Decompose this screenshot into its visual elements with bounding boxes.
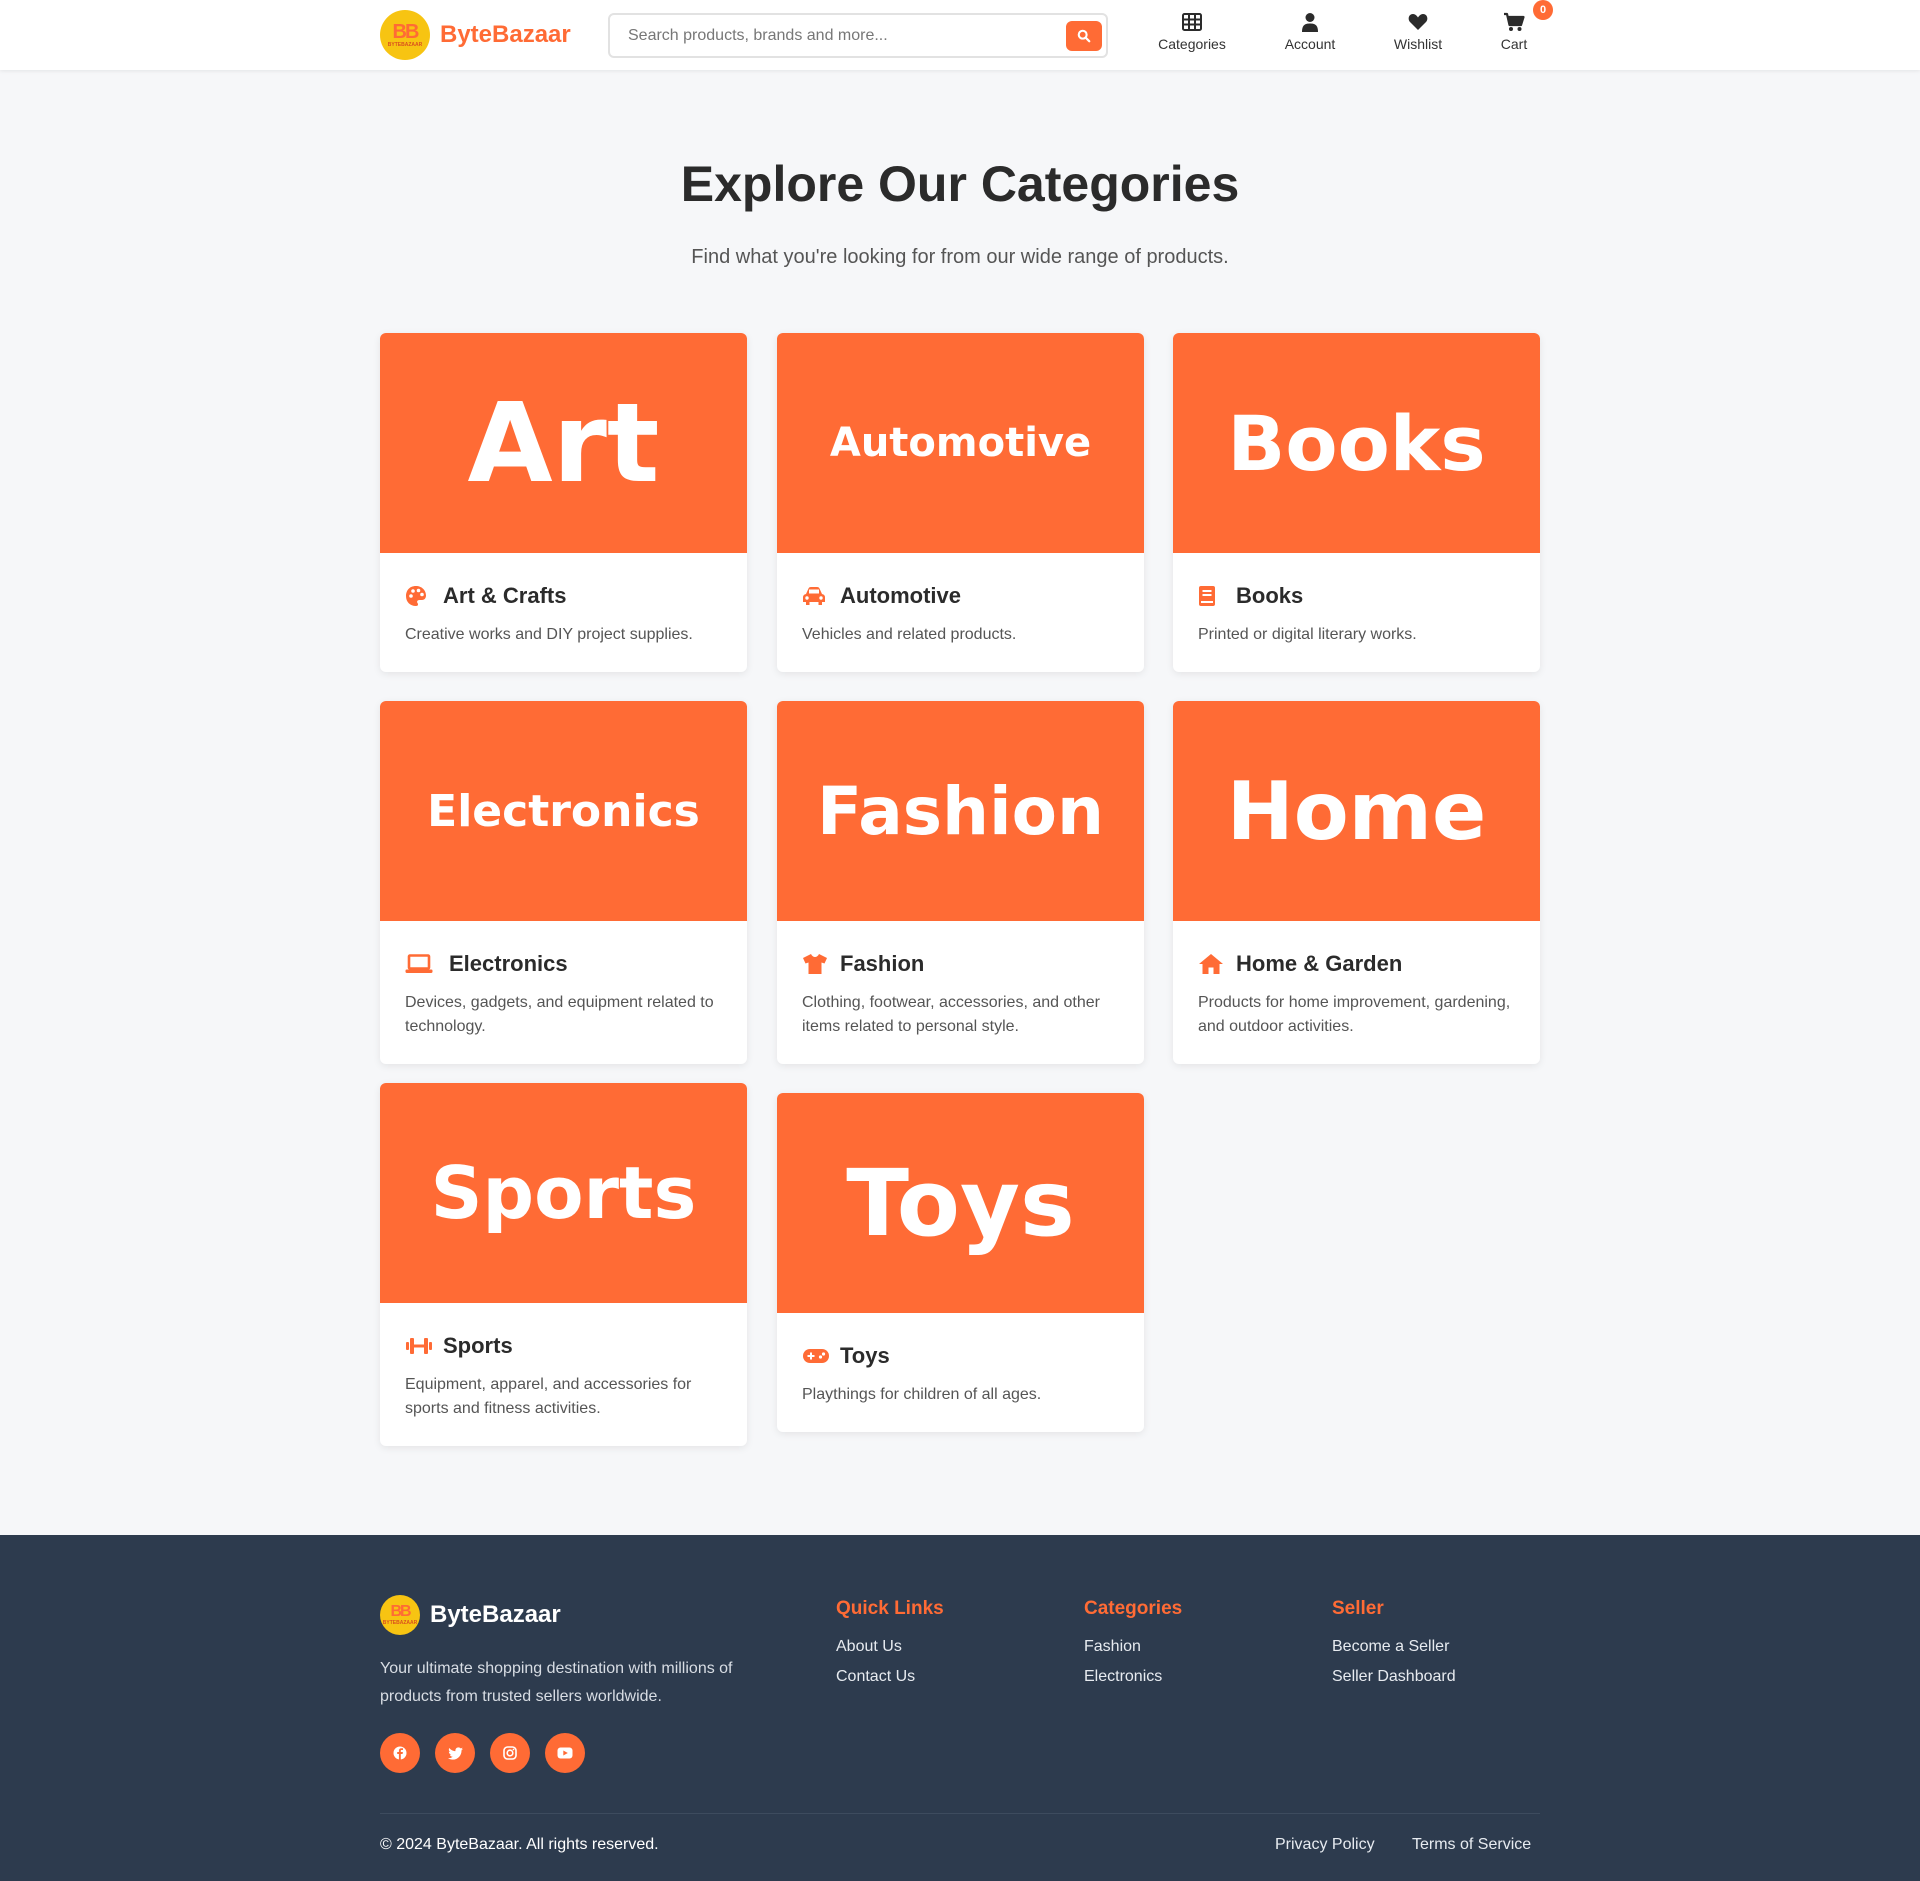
book-icon xyxy=(1199,586,1215,606)
footer-column-heading: Categories xyxy=(1084,1598,1183,1619)
palette-icon xyxy=(406,586,426,606)
category-description: Products for home improvement, gardening… xyxy=(1198,994,1511,1035)
youtube-link[interactable] xyxy=(545,1733,585,1773)
instagram-icon xyxy=(503,1746,517,1760)
nav-categories[interactable]: Categories xyxy=(1152,10,1232,52)
category-card-art[interactable]: Art Art & Crafts Creative works and DIY … xyxy=(380,333,747,672)
logo-badge: BB BYTEBAZAAR xyxy=(380,10,430,60)
dumbbell-icon xyxy=(406,1338,432,1354)
nav-account[interactable]: Account xyxy=(1270,10,1350,52)
category-card-sports[interactable]: Sports Sports Equipment, apparel, and ac… xyxy=(380,1083,747,1446)
footer-link-become-seller[interactable]: Become a Seller xyxy=(1332,1638,1456,1656)
category-title: Fashion xyxy=(840,951,925,976)
search-button[interactable] xyxy=(1066,21,1102,51)
search-bar xyxy=(608,13,1108,58)
user-icon xyxy=(1302,13,1318,32)
footer-link-seller-dashboard[interactable]: Seller Dashboard xyxy=(1332,1668,1456,1686)
footer-logo-small-text: BYTEBAZAAR xyxy=(382,1620,418,1626)
category-description: Equipment, apparel, and accessories for … xyxy=(405,1376,692,1417)
category-title: Books xyxy=(1236,583,1304,608)
category-description: Printed or digital literary works. xyxy=(1198,626,1417,643)
category-banner: Electronics xyxy=(380,701,747,921)
category-title: Automotive xyxy=(840,583,961,608)
category-description: Playthings for children of all ages. xyxy=(802,1386,1042,1403)
cart-icon xyxy=(1504,12,1525,31)
nav-cart-label: Cart xyxy=(1500,36,1528,52)
brand-logo[interactable]: BB BYTEBAZAAR ByteBazaar xyxy=(380,10,571,60)
category-banner: Art xyxy=(380,333,747,553)
footer-link-contact-us[interactable]: Contact Us xyxy=(836,1668,944,1686)
laptop-icon xyxy=(405,954,433,973)
category-card-home-garden[interactable]: Home Home & Garden Products for home imp… xyxy=(1173,701,1540,1064)
footer-link-electronics[interactable]: Electronics xyxy=(1084,1668,1182,1686)
search-icon xyxy=(1077,29,1091,43)
brand-name: ByteBazaar xyxy=(440,21,571,48)
category-title: Art & Crafts xyxy=(443,583,567,608)
category-description: Clothing, footwear, accessories, and oth… xyxy=(802,994,1100,1035)
facebook-icon xyxy=(393,1746,407,1760)
page-title: Explore Our Categories xyxy=(680,156,1240,212)
category-card-books[interactable]: Books Books Printed or digital literary … xyxy=(1173,333,1540,672)
category-banner: Books xyxy=(1173,333,1540,553)
category-banner: Sports xyxy=(380,1083,747,1303)
nav-wishlist-label: Wishlist xyxy=(1393,36,1443,52)
nav-account-label: Account xyxy=(1284,36,1336,52)
category-banner: Fashion xyxy=(777,701,1144,921)
terms-of-service-link[interactable]: Terms of Service xyxy=(1412,1836,1531,1854)
category-title: Home & Garden xyxy=(1236,951,1403,976)
footer-column-heading: Quick Links xyxy=(836,1598,944,1619)
category-banner: Toys xyxy=(777,1093,1144,1313)
category-title: Toys xyxy=(840,1343,890,1368)
youtube-icon xyxy=(557,1747,573,1759)
shirt-icon xyxy=(803,954,827,974)
footer-link-fashion[interactable]: Fashion xyxy=(1084,1638,1182,1656)
page-subtitle: Find what you're looking for from our wi… xyxy=(691,246,1229,268)
footer-column-heading: Seller xyxy=(1332,1598,1384,1619)
category-description: Creative works and DIY project supplies. xyxy=(405,626,693,643)
category-card-automotive[interactable]: Automotive Automotive Vehicles and relat… xyxy=(777,333,1144,672)
footer-link-about-us[interactable]: About Us xyxy=(836,1638,944,1656)
footer-logo-mark: BB xyxy=(390,1603,411,1620)
category-card-toys[interactable]: Toys Toys Playthings for children of all… xyxy=(777,1093,1144,1432)
twitter-icon xyxy=(447,1746,463,1760)
category-card-fashion[interactable]: Fashion Fashion Clothing, footwear, acce… xyxy=(777,701,1144,1064)
heart-icon xyxy=(1408,14,1428,30)
site-header: BB BYTEBAZAAR ByteBazaar Categories xyxy=(0,0,1920,70)
privacy-policy-link[interactable]: Privacy Policy xyxy=(1275,1836,1375,1854)
footer-column-categories: Categories Fashion Electronics xyxy=(1084,1598,1182,1698)
car-icon xyxy=(803,587,825,605)
logo-small-text: BYTEBAZAAR xyxy=(387,42,423,48)
site-footer: BB BYTEBAZAAR ByteBazaar Your ultimate s… xyxy=(0,1535,1920,1881)
nav-categories-label: Categories xyxy=(1158,36,1226,52)
instagram-link[interactable] xyxy=(490,1733,530,1773)
home-icon xyxy=(1199,954,1223,974)
category-banner: Home xyxy=(1173,701,1540,921)
twitter-link[interactable] xyxy=(435,1733,475,1773)
category-banner: Automotive xyxy=(777,333,1144,553)
cart-count-badge: 0 xyxy=(1533,0,1553,20)
footer-brand-name: ByteBazaar xyxy=(430,1601,561,1628)
facebook-link[interactable] xyxy=(380,1733,420,1773)
copyright-text: © 2024 ByteBazaar. All rights reserved. xyxy=(380,1836,659,1853)
footer-column-seller: Seller Become a Seller Seller Dashboard xyxy=(1332,1598,1456,1698)
social-links xyxy=(380,1733,585,1773)
footer-logo-badge: BB BYTEBAZAAR xyxy=(380,1595,420,1635)
footer-about-text: Your ultimate shopping destination with … xyxy=(380,1660,733,1705)
footer-divider xyxy=(380,1813,1540,1814)
footer-logo[interactable]: BB BYTEBAZAAR ByteBazaar xyxy=(380,1595,561,1635)
logo-mark: BB xyxy=(392,21,420,43)
category-description: Vehicles and related products. xyxy=(802,626,1017,643)
gamepad-icon xyxy=(803,1349,829,1363)
category-card-electronics[interactable]: Electronics Electronics Devices, gadgets… xyxy=(380,701,747,1064)
category-description: Devices, gadgets, and equipment related … xyxy=(405,994,714,1035)
search-input[interactable] xyxy=(628,25,1048,47)
nav-cart[interactable]: 0 Cart xyxy=(1487,0,1553,52)
grid-icon xyxy=(1182,13,1202,31)
footer-column-quick-links: Quick Links About Us Contact Us xyxy=(836,1598,944,1698)
category-title: Electronics xyxy=(449,951,568,976)
category-title: Sports xyxy=(443,1333,513,1358)
nav-wishlist[interactable]: Wishlist xyxy=(1378,10,1458,52)
